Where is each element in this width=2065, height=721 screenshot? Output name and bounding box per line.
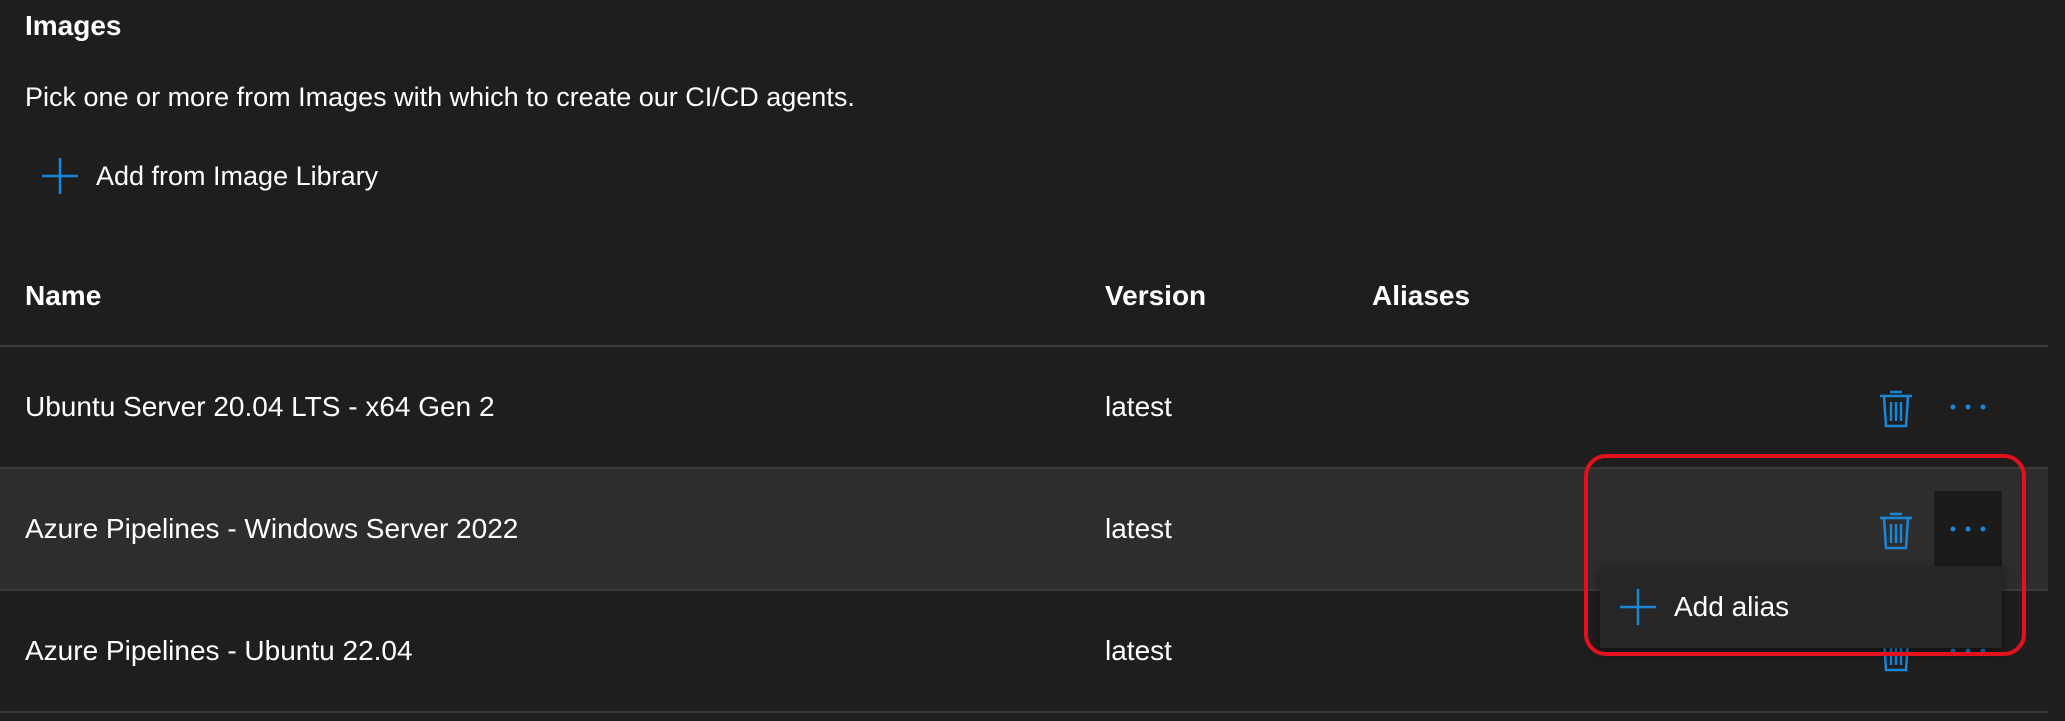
more-horizontal-icon: [1950, 404, 1986, 410]
trash-icon[interactable]: [1876, 509, 1916, 551]
table-header: Name Version Aliases: [0, 270, 2048, 347]
more-horizontal-icon: [1950, 648, 1986, 654]
image-name: Azure Pipelines - Windows Server 2022: [25, 513, 519, 544]
image-version: latest: [1105, 635, 1172, 666]
add-from-image-library-button[interactable]: Add from Image Library: [40, 152, 378, 200]
section-description: Pick one or more from Images with which …: [25, 82, 855, 112]
context-menu-add-alias[interactable]: Add alias: [1600, 566, 2002, 648]
image-version: latest: [1105, 513, 1172, 544]
section-title: Images: [25, 10, 122, 41]
image-version: latest: [1105, 391, 1172, 422]
image-name: Ubuntu Server 20.04 LTS - x64 Gen 2: [25, 391, 495, 422]
more-actions-button[interactable]: [1934, 369, 2002, 445]
column-header-version[interactable]: Version: [1105, 280, 1206, 312]
table-row[interactable]: Ubuntu Server 20.04 LTS - x64 Gen 2 late…: [0, 347, 2048, 469]
more-horizontal-icon: [1950, 526, 1986, 532]
plus-icon: [1620, 589, 1656, 625]
add-alias-label: Add alias: [1674, 591, 1790, 622]
image-name: Azure Pipelines - Ubuntu 22.04: [25, 635, 413, 666]
more-actions-button[interactable]: [1934, 491, 2002, 567]
add-from-image-library-label: Add from Image Library: [96, 160, 379, 191]
column-header-aliases[interactable]: Aliases: [1372, 280, 1470, 312]
trash-icon[interactable]: [1876, 387, 1916, 429]
plus-icon: [42, 158, 78, 194]
column-header-name[interactable]: Name: [25, 280, 101, 312]
